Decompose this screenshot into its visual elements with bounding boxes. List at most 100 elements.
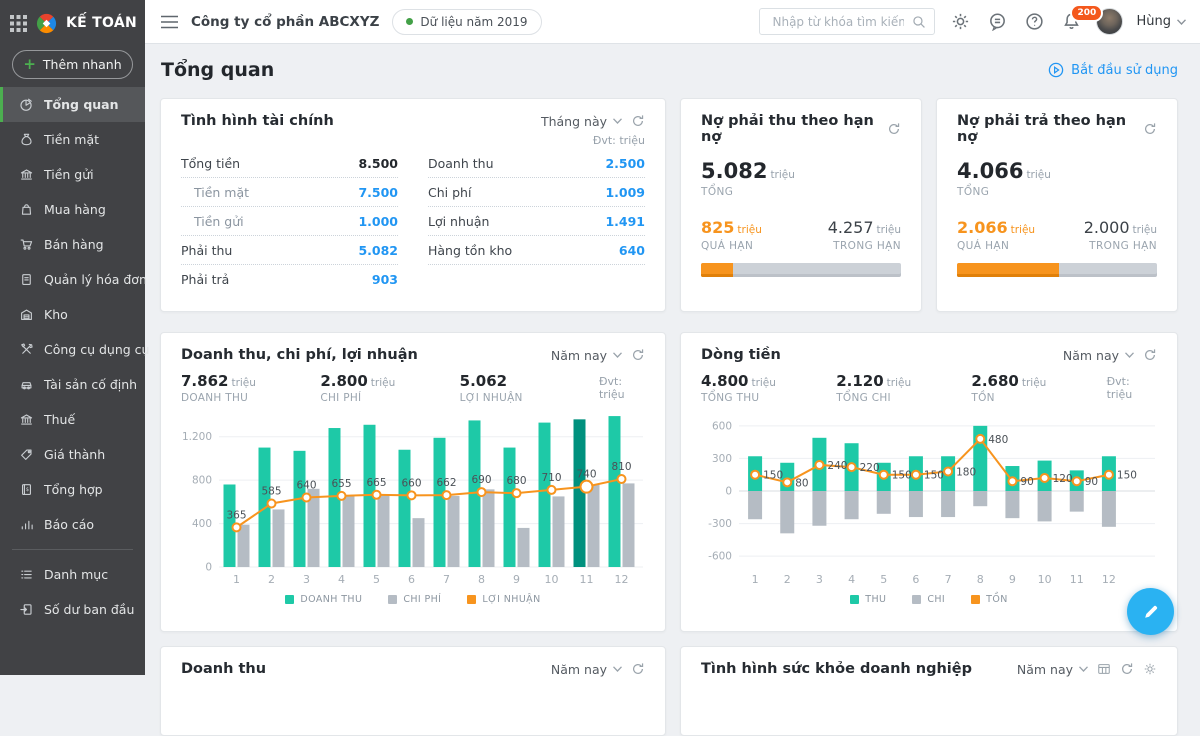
finance-row-label: Tiền gửi: [181, 214, 244, 229]
svg-text:8: 8: [977, 573, 984, 586]
card-title: Tình hình tài chính: [181, 113, 334, 129]
company-name[interactable]: Công ty cổ phần ABCXYZ: [191, 14, 379, 30]
indue-block: 4.257triệu TRONG HẠN: [828, 218, 901, 252]
sidebar-menu: Tổng quanTiền mặtTiền gửiMua hàngBán hàn…: [0, 87, 145, 627]
finance-row-label: Doanh thu: [428, 156, 494, 171]
svg-text:365: 365: [226, 509, 246, 521]
svg-text:120: 120: [1053, 473, 1073, 485]
notifications-bell-icon[interactable]: 200: [1059, 12, 1083, 31]
svg-text:220: 220: [860, 462, 880, 474]
start-using-link[interactable]: Bắt đầu sử dụng: [1048, 62, 1178, 78]
sidebar-item-tien-gui[interactable]: Tiền gửi: [0, 157, 145, 192]
chevron-down-icon: [613, 118, 622, 124]
help-icon[interactable]: [1022, 12, 1046, 31]
refresh-icon[interactable]: [887, 122, 901, 136]
sidebar-item-so-du-ban-dau[interactable]: Số dư ban đầu: [0, 592, 145, 627]
sidebar-item-bao-cao[interactable]: Báo cáo: [0, 507, 145, 542]
refresh-icon[interactable]: [631, 348, 645, 362]
unit-label: Đvt: triệu: [1107, 372, 1157, 404]
svg-text:800: 800: [192, 475, 212, 487]
period-dropdown[interactable]: Tháng này: [541, 114, 622, 129]
revenue-chart[interactable]: 04008001.2001234567891011123655856406556…: [181, 407, 647, 593]
legend-swatch: [850, 595, 859, 604]
edit-dashboard-fab[interactable]: [1127, 588, 1174, 635]
period-dropdown[interactable]: Năm nay: [551, 662, 622, 677]
svg-text:12: 12: [615, 573, 629, 586]
svg-text:665: 665: [366, 477, 386, 489]
sidebar-item-danh-muc[interactable]: Danh mục: [0, 557, 145, 592]
cashflow-chart[interactable]: -600-30003006001234567891011121508024022…: [701, 407, 1159, 593]
sidebar-item-ban-hang[interactable]: Bán hàng: [0, 227, 145, 262]
gear-icon[interactable]: [1143, 662, 1157, 676]
svg-text:90: 90: [1020, 476, 1033, 488]
svg-text:150: 150: [892, 470, 912, 482]
legend-item[interactable]: CHI: [912, 594, 945, 605]
logo-row: KẾ TOÁN: [0, 0, 145, 46]
refresh-icon[interactable]: [1143, 122, 1157, 136]
svg-text:710: 710: [541, 472, 561, 484]
sidebar-item-label: Công cụ dụng cụ: [44, 342, 149, 357]
refresh-icon[interactable]: [1143, 348, 1157, 362]
legend-item[interactable]: DOANH THU: [285, 594, 362, 605]
settings-gear-icon[interactable]: [948, 12, 972, 31]
sidebar-item-gia-thanh[interactable]: Giá thành: [0, 437, 145, 472]
legend-item[interactable]: LỢI NHUẬN: [467, 594, 540, 605]
sidebar-item-mua-hang[interactable]: Mua hàng: [0, 192, 145, 227]
sidebar-item-label: Báo cáo: [44, 517, 94, 532]
svg-text:-300: -300: [708, 518, 732, 530]
chart-stat: 2.680triệuTỒN: [971, 372, 1106, 404]
svg-text:2: 2: [268, 573, 275, 586]
sidebar-item-tien-mat[interactable]: Tiền mặt: [0, 122, 145, 157]
chart-stat: 4.800triệuTỔNG THU: [701, 372, 836, 404]
chart-stat: 2.120triệuTỔNG CHI: [836, 372, 971, 404]
finance-row-label: Phải thu: [181, 243, 232, 258]
finance-row-label: Tiền mặt: [181, 185, 249, 200]
svg-text:6: 6: [912, 573, 919, 586]
sidebar-item-tai-san-co-dinh[interactable]: Tài sản cố định: [0, 367, 145, 402]
sidebar-item-kho[interactable]: Kho: [0, 297, 145, 332]
user-menu[interactable]: Hùng: [1136, 14, 1186, 29]
app-grid-icon[interactable]: [10, 15, 27, 32]
finance-row: [428, 265, 645, 294]
indue-block: 2.000triệu TRONG HẠN: [1084, 218, 1157, 252]
finance-row-label: Hàng tồn kho: [428, 243, 512, 258]
quick-add-button[interactable]: + Thêm nhanh: [12, 50, 133, 79]
card-revenue-bottom: Doanh thu Năm nay: [160, 646, 666, 736]
period-dropdown[interactable]: Năm nay: [1017, 662, 1088, 677]
sidebar-item-tong-quan[interactable]: Tổng quan: [0, 87, 145, 122]
svg-text:9: 9: [1009, 573, 1016, 586]
refresh-icon[interactable]: [631, 114, 645, 128]
sidebar-item-thue[interactable]: Thuế: [0, 402, 145, 437]
legend-item[interactable]: THU: [850, 594, 886, 605]
svg-text:6: 6: [408, 573, 415, 586]
period-dropdown[interactable]: Năm nay: [1063, 348, 1134, 363]
svg-text:300: 300: [712, 453, 732, 465]
app-logo-pinwheel-icon: [35, 12, 58, 35]
hamburger-menu-icon[interactable]: [161, 15, 178, 29]
search-icon[interactable]: [912, 15, 926, 29]
refresh-icon[interactable]: [631, 662, 645, 676]
svg-text:5: 5: [880, 573, 887, 586]
svg-text:240: 240: [827, 460, 847, 472]
sidebar-item-cong-cu-dung-cu[interactable]: Công cụ dụng cụ: [0, 332, 145, 367]
cashflow-chart-legend: THU CHI TỒN: [701, 594, 1157, 605]
svg-text:150: 150: [763, 470, 783, 482]
sidebar-item-quan-ly-hoa-don[interactable]: Quản lý hóa đơn: [0, 262, 145, 297]
finance-row-value: 7.500: [358, 185, 398, 200]
sidebar-item-tong-hop[interactable]: $Tổng hợp: [0, 472, 145, 507]
svg-text:662: 662: [436, 477, 456, 489]
svg-text:10: 10: [545, 573, 559, 586]
revenue-stats-row: 7.862triệuDOANH THU2.800triệuCHI PHÍ5.06…: [181, 372, 645, 404]
table-view-icon[interactable]: [1097, 662, 1111, 676]
data-year-badge[interactable]: Dữ liệu năm 2019: [392, 9, 541, 35]
legend-item[interactable]: CHI PHÍ: [388, 594, 441, 605]
feedback-chat-icon[interactable]: [985, 12, 1009, 31]
svg-text:11: 11: [1070, 573, 1084, 586]
search-input[interactable]: [770, 14, 906, 30]
period-dropdown[interactable]: Năm nay: [551, 348, 622, 363]
cart-icon: [18, 237, 34, 252]
legend-item[interactable]: TỒN: [971, 594, 1008, 605]
svg-text:$: $: [25, 487, 28, 493]
refresh-icon[interactable]: [1120, 662, 1134, 676]
svg-text:90: 90: [1085, 476, 1098, 488]
